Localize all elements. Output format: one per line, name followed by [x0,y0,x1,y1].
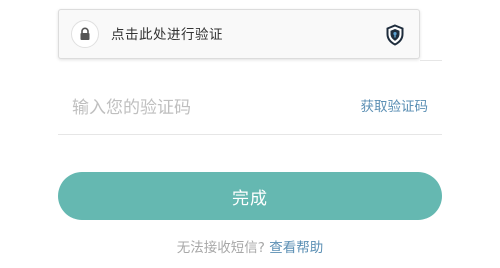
submit-button[interactable]: 完成 [58,172,442,220]
verify-button[interactable]: 点击此处进行验证 [58,9,420,59]
get-code-link[interactable]: 获取验证码 [361,98,429,116]
help-prompt: 无法接收短信? [176,240,265,256]
divider [420,60,442,61]
help-line: 无法接收短信? 查看帮助 [0,239,500,257]
shield-icon [385,24,405,46]
verify-label: 点击此处进行验证 [111,27,223,43]
lock-icon [71,20,99,48]
help-link[interactable]: 查看帮助 [269,240,323,256]
code-row: 获取验证码 [58,83,442,135]
code-input[interactable] [72,95,302,121]
verification-page: 点击此处进行验证 获取验证码 完成 无法接收短信? 查看帮助 [0,0,500,268]
